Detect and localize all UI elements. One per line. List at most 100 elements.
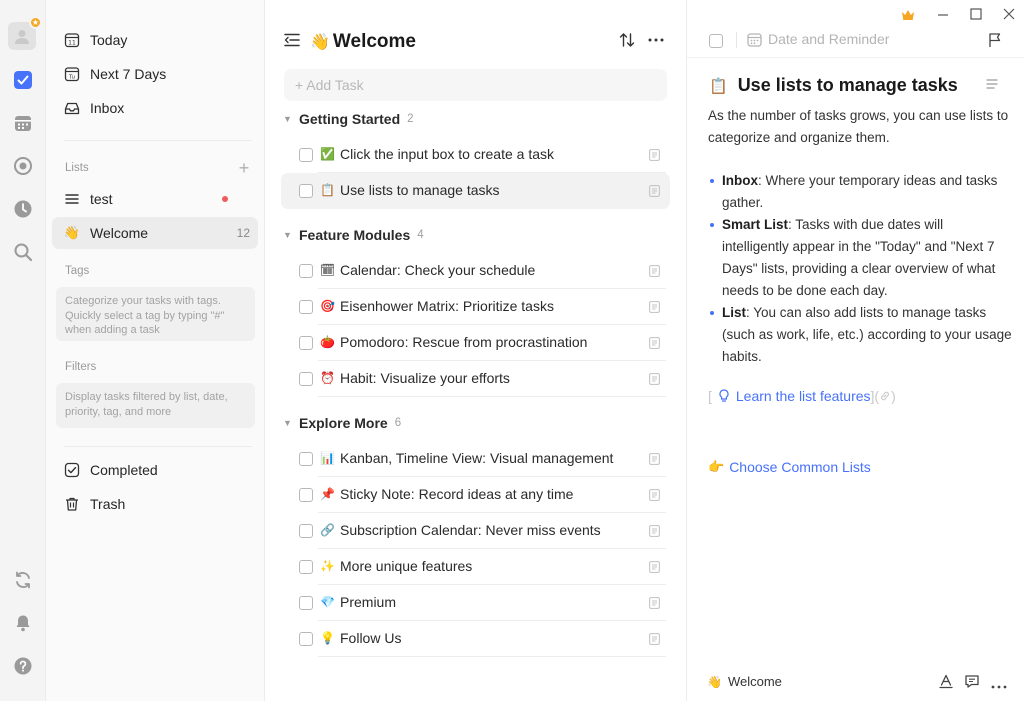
task-checkbox[interactable]	[299, 452, 313, 466]
choose-common-lists-link[interactable]: 👉 Choose Common Lists	[708, 459, 871, 475]
sparkles-emoji-icon: ✨	[320, 559, 335, 573]
section-header-feature-modules[interactable]: ▼ Feature Modules 4	[283, 227, 424, 243]
close-icon[interactable]	[1002, 7, 1016, 21]
section-name: Getting Started	[299, 111, 401, 127]
text-format-icon[interactable]	[938, 673, 954, 689]
task-row[interactable]: 🍅 Pomodoro: Rescue from procrastination	[281, 325, 670, 361]
sidebar-item-inbox[interactable]: Inbox	[52, 92, 258, 124]
sidebar-toggle-icon[interactable]	[284, 33, 300, 47]
pin-emoji-icon: 📌	[320, 487, 335, 501]
task-row[interactable]: ✨ More unique features	[281, 549, 670, 585]
task-checkbox[interactable]	[299, 372, 313, 386]
task-checkbox[interactable]	[299, 300, 313, 314]
task-title-text: Use lists to manage tasks	[737, 75, 958, 95]
more-icon[interactable]	[648, 38, 664, 42]
task-checkbox[interactable]	[299, 184, 313, 198]
task-checkbox[interactable]	[299, 264, 313, 278]
more-icon[interactable]	[991, 679, 1007, 695]
bell-icon[interactable]	[11, 611, 35, 635]
app-rail: ★	[0, 0, 46, 701]
task-row[interactable]: 🗓 Calendar: Check your schedule	[281, 253, 670, 289]
wave-emoji-icon: 👋	[310, 32, 330, 51]
flag-icon[interactable]	[987, 32, 1003, 48]
add-list-icon[interactable]: +	[236, 159, 252, 177]
task-title: Calendar: Check your schedule	[340, 262, 536, 278]
task-row[interactable]: 💎 Premium	[281, 585, 670, 621]
help-icon[interactable]	[11, 654, 35, 678]
inbox-icon	[64, 100, 80, 116]
task-row[interactable]: 🔗 Subscription Calendar: Never miss even…	[281, 513, 670, 549]
sidebar-item-label: Welcome	[90, 225, 149, 241]
minimize-icon[interactable]	[936, 8, 950, 22]
task-row[interactable]: 🎯 Eisenhower Matrix: Prioritize tasks	[281, 289, 670, 325]
task-row[interactable]: ⏰ Habit: Visualize your efforts	[281, 361, 670, 397]
note-icon	[649, 489, 660, 501]
section-header-explore-more[interactable]: ▼ Explore More 6	[283, 415, 401, 431]
task-title: Eisenhower Matrix: Prioritize tasks	[340, 298, 554, 314]
task-row[interactable]: 📊 Kanban, Timeline View: Visual manageme…	[281, 441, 670, 477]
target-icon[interactable]	[11, 154, 35, 178]
task-checkbox[interactable]	[299, 148, 313, 162]
task-checkbox[interactable]	[299, 488, 313, 502]
lists-section-title: Lists	[65, 162, 89, 174]
task-row[interactable]: 📌 Sticky Note: Record ideas at any time	[281, 477, 670, 513]
maximize-icon[interactable]	[969, 7, 983, 21]
calendar-icon[interactable]	[11, 111, 35, 135]
note-icon	[649, 301, 660, 313]
task-row[interactable]: 💡 Follow Us	[281, 621, 670, 657]
sidebar-item-completed[interactable]: Completed	[52, 454, 258, 486]
task-title: Kanban, Timeline View: Visual management	[340, 450, 614, 466]
bracket-close: )	[891, 388, 896, 404]
calendar-emoji-icon: 🗓	[320, 263, 336, 277]
task-row[interactable]: ✅ Click the input box to create a task	[281, 137, 670, 173]
sort-icon[interactable]	[619, 32, 635, 48]
task-description[interactable]: As the number of tasks grows, you can us…	[708, 105, 1013, 368]
alarm-clock-emoji-icon: ⏰	[320, 371, 335, 385]
sidebar-item-today[interactable]: 11 Today	[52, 24, 258, 56]
crown-icon[interactable]	[901, 8, 915, 22]
content-menu-icon[interactable]	[984, 76, 1000, 92]
task-check-icon[interactable]	[11, 68, 35, 92]
note-icon	[649, 453, 660, 465]
tomato-emoji-icon: 🍅	[320, 335, 335, 349]
add-task-input[interactable]: + Add Task	[284, 69, 667, 101]
task-checkbox[interactable]	[299, 336, 313, 350]
clock-icon[interactable]	[11, 197, 35, 221]
sidebar-item-label: Next 7 Days	[90, 66, 167, 82]
note-icon	[649, 633, 660, 645]
task-checkbox[interactable]	[299, 560, 313, 574]
task-checkbox[interactable]	[299, 632, 313, 646]
task-row-selected[interactable]: 📋 Use lists to manage tasks	[281, 173, 670, 209]
filters-section-title: Filters	[65, 361, 97, 373]
list-selector[interactable]: 👋 Welcome	[707, 674, 782, 689]
learn-list-features-link[interactable]: [ Learn the list features ]( )	[708, 388, 896, 404]
task-detail-pane: Date and Reminder 📋 Use lists to manage …	[686, 0, 1024, 701]
sync-icon[interactable]	[11, 568, 35, 592]
search-icon[interactable]	[11, 240, 35, 264]
sidebar-item-next-7-days[interactable]: Tu Next 7 Days	[52, 58, 258, 90]
sidebar-item-test[interactable]: test	[52, 183, 258, 215]
sidebar-item-welcome[interactable]: 👋 Welcome 12	[52, 217, 258, 249]
chevron-down-icon: ▼	[283, 114, 292, 124]
divider	[64, 140, 252, 141]
task-title[interactable]: 📋 Use lists to manage tasks	[709, 75, 958, 96]
sidebar-item-label: test	[90, 191, 113, 207]
section-count: 2	[407, 113, 414, 125]
sidebar-item-trash[interactable]: Trash	[52, 488, 258, 520]
task-title: More unique features	[340, 558, 473, 574]
filters-hint: Display tasks filtered by list, date, pr…	[56, 383, 255, 428]
section-header-getting-started[interactable]: ▼ Getting Started 2	[283, 111, 414, 127]
comment-icon[interactable]	[964, 673, 980, 689]
task-checkbox[interactable]	[299, 596, 313, 610]
task-checkbox[interactable]	[709, 34, 723, 48]
page-title: 👋 Welcome	[310, 31, 416, 53]
task-checkbox[interactable]	[299, 524, 313, 538]
sidebar-item-label: Trash	[90, 496, 126, 512]
link-icon	[881, 391, 890, 401]
sidebar: 11 Today Tu Next 7 Days Inbox Lists + te…	[46, 0, 265, 701]
divider	[64, 446, 252, 447]
bullet-list: Inbox: Where your temporary ideas and ta…	[708, 170, 1013, 368]
page-title-text: Welcome	[332, 31, 416, 52]
sidebar-item-label: Inbox	[90, 100, 125, 116]
date-reminder-button[interactable]: Date and Reminder	[747, 31, 889, 47]
